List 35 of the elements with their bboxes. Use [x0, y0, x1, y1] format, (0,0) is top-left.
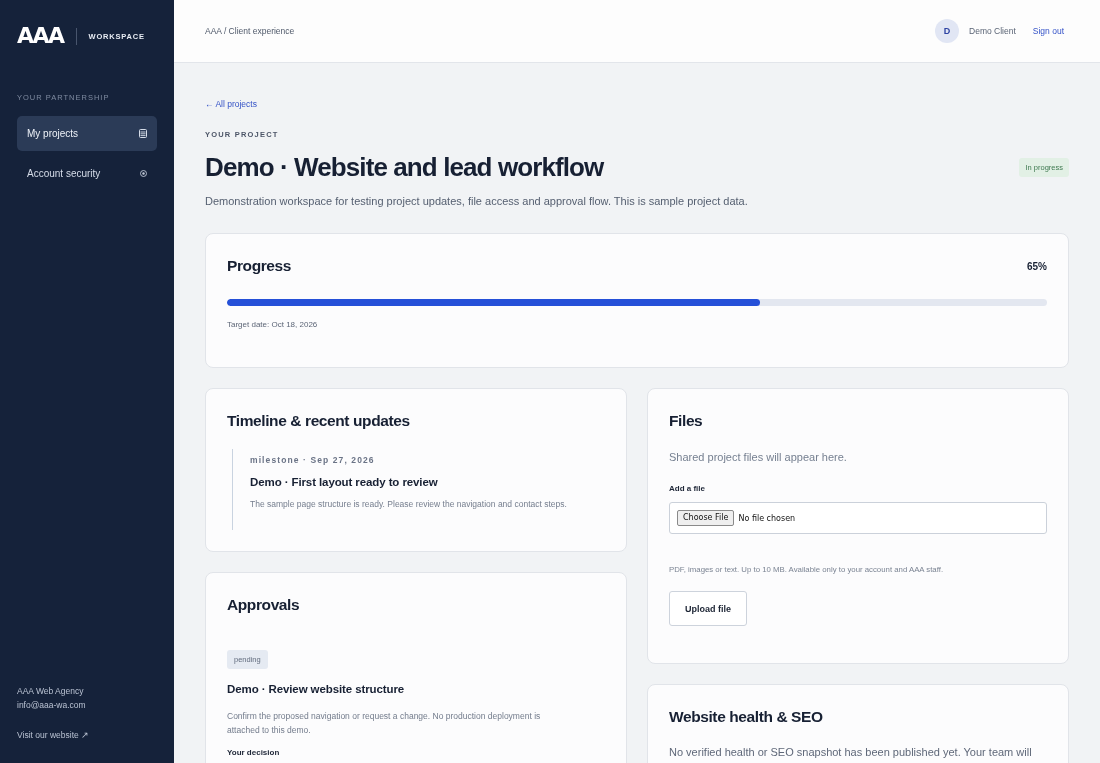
decision-label: Your decision: [227, 748, 281, 758]
sidebar-item[interactable]: My projects: [17, 116, 157, 151]
back-link[interactable]: ← All projects: [205, 99, 257, 110]
choose-file-button[interactable]: Choose File: [677, 510, 735, 526]
page-title: Demo · Website and lead workflow: [205, 151, 604, 183]
card-title: Files: [669, 411, 703, 431]
card-title: Approvals: [227, 595, 300, 615]
sidebar-item[interactable]: Account security: [17, 156, 157, 191]
entry-title: Demo · First layout ready to review: [250, 475, 439, 490]
list-icon: [139, 129, 147, 138]
approval-text: Confirm the proposed navigation or request a change. No production deployment is attached to this demo.: [227, 710, 542, 737]
progress-percent: 65%: [1027, 260, 1047, 272]
file-input-field[interactable]: Choose File No file chosen: [669, 502, 1047, 534]
breadcrumb: AAA / Client experience: [205, 26, 295, 36]
project-description: Demonstration workspace for testing project updates, file access and approval flow. This is sample project data.: [205, 194, 748, 209]
avatar: D: [935, 19, 959, 43]
website-link[interactable]: Visit our website ↗: [17, 728, 90, 742]
logo: AAA: [17, 24, 64, 48]
ring-icon: [140, 170, 147, 177]
email-text: info@aaa-wa.com: [17, 699, 87, 712]
upload-button[interactable]: Upload file: [669, 591, 747, 626]
empty-state-text: Shared project files will appear here.: [669, 450, 848, 465]
target-date: Target date: Oct 18, 2026: [227, 320, 319, 330]
card-title: Website health & SEO: [669, 707, 823, 727]
user-name: Demo Client: [969, 26, 1016, 36]
field-label: Add a file: [669, 484, 706, 494]
sign-out-link[interactable]: Sign out: [1032, 26, 1064, 36]
card-title: Timeline & recent updates: [227, 411, 410, 431]
agency-name: AAA Web Agency: [17, 685, 85, 698]
entry-meta: milestone · Sep 27, 2026: [250, 454, 376, 466]
card-title: Progress: [227, 256, 291, 276]
seo-text: No verified health or SEO snapshot has been published yet. Your team will: [669, 745, 1033, 760]
entry-text: The sample page structure is ready. Please review the navigation and contact steps.: [250, 498, 568, 510]
file-status-text: No file chosen: [738, 513, 796, 523]
approval-title: Demo · Review website structure: [227, 682, 406, 697]
